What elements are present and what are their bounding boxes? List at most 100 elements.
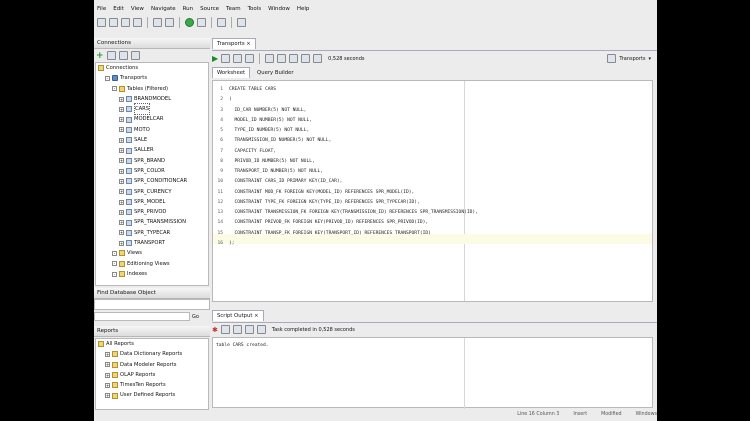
menu-file[interactable]: File: [97, 4, 106, 14]
tab-transports[interactable]: Transports ×: [212, 38, 256, 49]
save-output-icon[interactable]: [244, 325, 254, 334]
report-item[interactable]: All Reports: [98, 339, 208, 349]
tree-node[interactable]: + SPR_MODEL: [98, 197, 208, 207]
commit-icon[interactable]: [233, 54, 243, 63]
clear-icon[interactable]: [301, 54, 311, 63]
report-item[interactable]: + Data Dictionary Reports: [98, 349, 208, 359]
chevron-down-icon[interactable]: ▾: [648, 56, 651, 62]
history-icon[interactable]: [313, 54, 323, 63]
menu-help[interactable]: Help: [297, 4, 310, 14]
expand-icon[interactable]: +: [105, 393, 110, 399]
expand-icon[interactable]: -: [112, 271, 117, 277]
menu-window[interactable]: Window: [268, 4, 290, 14]
menu-view[interactable]: View: [131, 4, 144, 14]
rollback-icon[interactable]: [245, 54, 255, 63]
tab-worksheet[interactable]: Worksheet: [212, 67, 251, 78]
expand-icon[interactable]: +: [105, 382, 110, 388]
explain-plan-icon[interactable]: [277, 54, 287, 63]
run-icon[interactable]: [185, 17, 194, 27]
expand-icon[interactable]: +: [119, 199, 124, 205]
open-icon[interactable]: [109, 17, 118, 27]
expand-icon[interactable]: +: [119, 158, 124, 164]
go-button[interactable]: Go: [192, 314, 199, 320]
menu-team[interactable]: Team: [226, 4, 241, 14]
expand-icon[interactable]: +: [105, 372, 110, 378]
new-icon[interactable]: [97, 17, 106, 27]
expand-icon[interactable]: +: [105, 351, 110, 357]
report-item[interactable]: + OLAP Reports: [98, 370, 208, 380]
run-script-icon[interactable]: [221, 54, 231, 63]
save-icon[interactable]: [121, 17, 130, 27]
expand-icon[interactable]: -: [105, 75, 110, 81]
tree-node[interactable]: + CARS: [98, 103, 208, 116]
expand-icon[interactable]: +: [119, 148, 124, 154]
monitor-icon[interactable]: [237, 17, 246, 27]
edit-icon[interactable]: [220, 325, 230, 334]
expand-icon[interactable]: +: [119, 220, 124, 226]
tree-node[interactable]: + SPR_CURENCY: [98, 187, 208, 197]
find-db-object-input[interactable]: [94, 312, 190, 321]
tree-node[interactable]: + SALLER: [98, 145, 208, 155]
tree-node[interactable]: - Editioning Views: [98, 259, 208, 269]
tree-node[interactable]: + SPR_COLOR: [98, 166, 208, 176]
filter-icon[interactable]: [118, 51, 128, 60]
expand-icon[interactable]: +: [119, 209, 124, 215]
back-icon[interactable]: [153, 17, 162, 27]
clear-output-icon[interactable]: [232, 325, 242, 334]
expand-icon[interactable]: +: [119, 137, 124, 143]
pin-icon[interactable]: ✱: [212, 326, 218, 334]
schema-browser-icon[interactable]: [130, 51, 140, 60]
autotrace-icon[interactable]: [265, 54, 275, 63]
menu-source[interactable]: Source: [200, 4, 219, 14]
report-item[interactable]: + TimesTen Reports: [98, 380, 208, 390]
tree-node[interactable]: Connections: [98, 63, 208, 73]
sql-editor[interactable]: 1 2 3 4 5 6 7 8 9 10 11 12 13 14 15 16 CREATE TABLE CAR…: [212, 80, 653, 302]
tree-node[interactable]: + MOTO: [98, 125, 208, 135]
tree-node[interactable]: - Tables (Filtered): [98, 84, 208, 94]
refresh-icon[interactable]: [106, 51, 116, 60]
tree-node[interactable]: + MODELCAR: [98, 114, 208, 124]
tree-node[interactable]: - Transports: [98, 73, 208, 83]
expand-icon[interactable]: +: [119, 117, 124, 123]
tree-node[interactable]: - Indexes: [98, 269, 208, 279]
tree-node[interactable]: + SPR_PRIVOD: [98, 207, 208, 217]
tree-node[interactable]: + TRANSPORT: [98, 238, 208, 248]
find-db-object-scope[interactable]: [94, 299, 210, 310]
expand-icon[interactable]: +: [119, 168, 124, 174]
expand-icon[interactable]: +: [119, 230, 124, 236]
tree-node[interactable]: + SPR_CONDITIONCAR: [98, 176, 208, 186]
expand-icon[interactable]: +: [119, 96, 124, 102]
add-connection-icon[interactable]: +: [96, 51, 104, 61]
expand-icon[interactable]: +: [119, 240, 124, 246]
expand-icon[interactable]: -: [112, 261, 117, 267]
print-icon[interactable]: [256, 325, 266, 334]
tree-node[interactable]: + SALE: [98, 135, 208, 145]
tab-query-builder[interactable]: Query Builder: [252, 67, 299, 78]
report-item[interactable]: + Data Modeler Reports: [98, 360, 208, 370]
expand-icon[interactable]: +: [119, 178, 124, 184]
tab-script-output[interactable]: Script Output ×: [212, 310, 264, 321]
menu-run[interactable]: Run: [183, 4, 194, 14]
tree-node[interactable]: + SPR_TRANSMISSION: [98, 217, 208, 227]
debug-icon[interactable]: [197, 17, 206, 27]
report-item[interactable]: + User Defined Reports: [98, 390, 208, 400]
expand-icon[interactable]: +: [119, 189, 124, 195]
expand-icon[interactable]: +: [105, 362, 110, 368]
expand-icon[interactable]: +: [119, 127, 124, 133]
expand-icon[interactable]: -: [112, 86, 117, 92]
format-icon[interactable]: [289, 54, 299, 63]
forward-icon[interactable]: [165, 17, 174, 27]
expand-icon[interactable]: +: [119, 106, 124, 112]
expand-icon[interactable]: -: [112, 250, 117, 256]
tree-node[interactable]: + SPR_TYPECAR: [98, 228, 208, 238]
run-statement-icon[interactable]: ▶: [212, 54, 218, 63]
tree-node[interactable]: + BRANDMODEL: [98, 94, 208, 104]
script-output-area[interactable]: table CARS created.: [212, 337, 653, 409]
menu-navigate[interactable]: Navigate: [151, 4, 176, 14]
tree-node[interactable]: - Views: [98, 248, 208, 258]
sql-icon[interactable]: [217, 17, 226, 27]
menu-tools[interactable]: Tools: [248, 4, 262, 14]
menu-edit[interactable]: Edit: [113, 4, 124, 14]
tree-node[interactable]: + SPR_BRAND: [98, 156, 208, 166]
connection-selector[interactable]: Transports: [619, 56, 645, 62]
